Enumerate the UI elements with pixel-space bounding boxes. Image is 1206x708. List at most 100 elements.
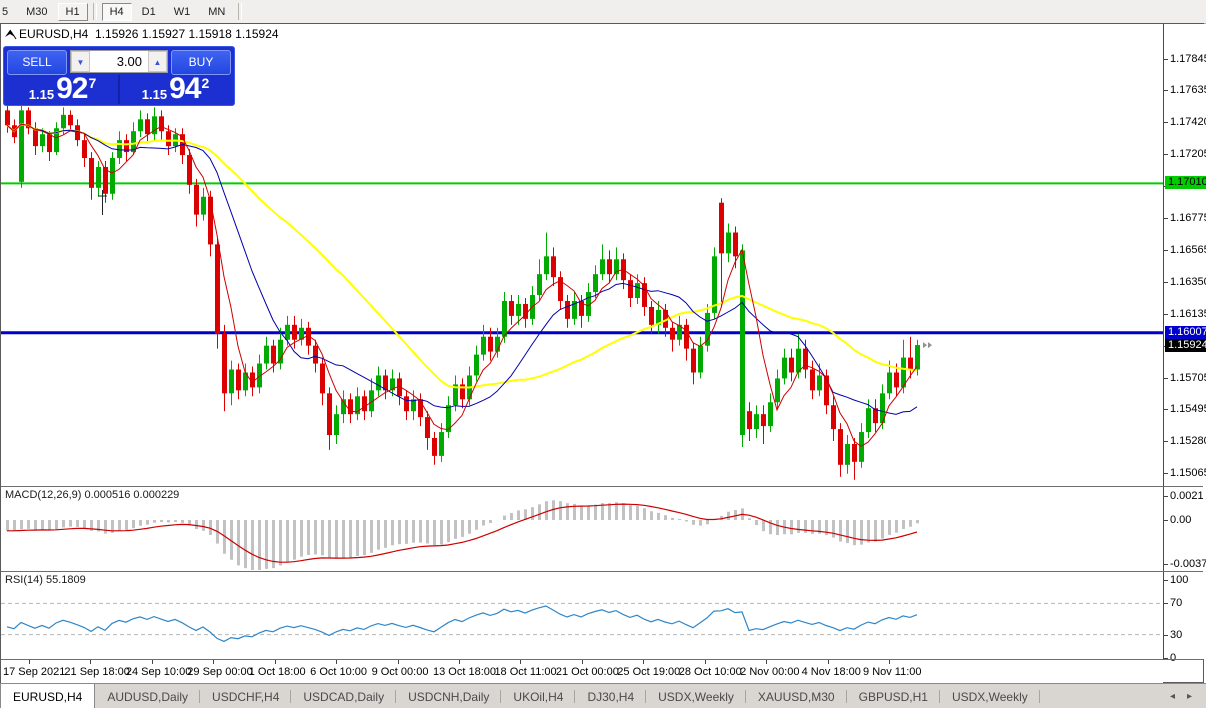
price-tick-label: 1.15065 <box>1170 467 1206 479</box>
candle-body <box>222 334 227 394</box>
time-axis[interactable]: 17 Sep 202121 Sep 18:0024 Sep 10:0029 Se… <box>1 660 1163 683</box>
candle-body <box>831 405 836 429</box>
volume-increase-button[interactable]: ▲ <box>148 51 167 72</box>
tab-scroll-arrows: ◂▸ <box>1164 684 1206 708</box>
price-tick-mark <box>1164 218 1168 219</box>
time-tick-mark <box>459 660 460 664</box>
time-axis-separator <box>1 659 1203 660</box>
candle-body <box>887 372 892 393</box>
candle-body <box>236 370 241 391</box>
time-axis-label: 2 Nov 00:00 <box>740 666 799 678</box>
candle-body <box>159 116 164 131</box>
candle-body <box>327 393 332 435</box>
macd-tick-mark <box>1164 520 1168 521</box>
candle-body <box>544 256 549 274</box>
toolbar-separator <box>93 3 97 20</box>
candle-body <box>166 131 171 146</box>
mt4-terminal: 5M30H1H4D1W1MN EURUSD,H4 1.15926 1.15927… <box>0 0 1206 708</box>
candle-body <box>334 414 339 435</box>
candle-body <box>68 115 73 125</box>
time-tick-mark <box>705 660 706 664</box>
sell-price-display[interactable]: 1.15 92 7 <box>7 75 118 104</box>
price-tick-mark <box>1164 409 1168 410</box>
timeframe-button-d1[interactable]: D1 <box>134 3 164 21</box>
candle-body <box>670 328 675 340</box>
price-tick-mark <box>1164 282 1168 283</box>
chart-tab-gbpusd-h1[interactable]: GBPUSD,H1 <box>847 684 940 708</box>
time-axis-label: 18 Oct 11:00 <box>494 666 556 678</box>
chart-tab-usdcad-daily[interactable]: USDCAD,Daily <box>291 684 396 708</box>
tab-scroll-left-icon[interactable]: ◂ <box>1164 691 1181 702</box>
timeframe-button-w1[interactable]: W1 <box>166 3 199 21</box>
candle-body <box>40 134 45 146</box>
chart-tab-xauusd-m30[interactable]: XAUUSD,M30 <box>746 684 847 708</box>
rsi-indicator[interactable] <box>1 572 1163 659</box>
candle-body <box>516 304 521 316</box>
timeframe-button-5[interactable]: 5 <box>0 3 16 21</box>
timeframe-button-h1[interactable]: H1 <box>58 3 88 21</box>
chart-tab-usdcnh-daily[interactable]: USDCNH,Daily <box>396 684 501 708</box>
volume-decrease-button[interactable]: ▼ <box>71 51 90 72</box>
candle-body <box>271 346 276 364</box>
buy-price-pip: 2 <box>201 76 209 90</box>
buy-price-display[interactable]: 1.15 94 2 <box>120 75 231 104</box>
chart-tab-eurusd-h4[interactable]: EURUSD,H4 <box>0 684 95 708</box>
chart-tab-usdx-weekly[interactable]: USDX,Weekly <box>940 684 1040 708</box>
end-of-data-arrows <box>923 342 932 348</box>
candle-body <box>726 232 731 253</box>
time-tick-mark <box>90 660 91 664</box>
chart-tab-usdx-weekly[interactable]: USDX,Weekly <box>646 684 746 708</box>
rsi-axis-label: 100 <box>1170 574 1188 586</box>
macd-axis-label: 0.00 <box>1170 514 1191 526</box>
current-price-label: 1.15924 <box>1165 339 1206 352</box>
candle-body <box>649 307 654 325</box>
candle-body <box>635 283 640 298</box>
time-axis-label: 21 Oct 00:00 <box>556 666 619 678</box>
macd-panel-separator <box>1 486 1203 487</box>
timeframe-button-m30[interactable]: M30 <box>18 3 55 21</box>
toolbar-separator <box>238 3 242 20</box>
price-axis[interactable]: 1.178451.176351.174201.172051.169901.167… <box>1163 24 1204 659</box>
chart-tab-dj30-h4[interactable]: DJ30,H4 <box>575 684 646 708</box>
candle-body <box>5 110 10 125</box>
time-tick-mark <box>29 660 30 664</box>
candle-body <box>313 346 318 364</box>
price-tick-mark <box>1164 473 1168 474</box>
time-tick-mark <box>889 660 890 664</box>
candle-body <box>593 274 598 292</box>
candle-body <box>817 375 822 390</box>
chart-tab-audusd-daily[interactable]: AUDUSD,Daily <box>95 684 200 708</box>
timeframe-button-mn[interactable]: MN <box>200 3 233 21</box>
price-tick-mark <box>1164 378 1168 379</box>
price-tick-mark <box>1164 122 1168 123</box>
candle-body <box>82 140 87 158</box>
macd-axis-label: -0.00379 <box>1170 558 1206 570</box>
chart-tab-usdchf-h4[interactable]: USDCHF,H4 <box>200 684 291 708</box>
candle-body <box>61 115 66 128</box>
timeframe-button-h4[interactable]: H4 <box>102 3 132 21</box>
time-axis-label: 9 Nov 11:00 <box>863 666 922 678</box>
chart-tab-ukoil-h4[interactable]: UKOil,H4 <box>501 684 575 708</box>
moving-average-slow <box>7 124 917 387</box>
candle-body <box>698 346 703 373</box>
volume-input[interactable] <box>90 51 148 72</box>
price-tick-mark <box>1164 250 1168 251</box>
candle-body <box>439 432 444 456</box>
price-tick-label: 1.17845 <box>1170 53 1206 65</box>
time-axis-label: 13 Oct 18:00 <box>433 666 496 678</box>
price-tick-mark <box>1164 441 1168 442</box>
candle-body <box>782 358 787 379</box>
chart-title-symbol: EURUSD,H4 <box>19 27 88 41</box>
time-tick-mark <box>643 660 644 664</box>
macd-tick-mark <box>1164 564 1168 565</box>
tab-scroll-right-icon[interactable]: ▸ <box>1181 691 1198 702</box>
time-axis-label: 17 Sep 2021 <box>3 666 65 678</box>
moving-average-mid <box>7 124 917 414</box>
time-axis-label: 1 Oct 18:00 <box>249 666 306 678</box>
sell-price-pip: 7 <box>88 76 96 90</box>
candle-body <box>761 414 766 426</box>
candle-body <box>894 372 899 387</box>
price-tick-label: 1.15495 <box>1170 403 1206 415</box>
price-tick-label: 1.17635 <box>1170 84 1206 96</box>
candle-body <box>537 274 542 295</box>
